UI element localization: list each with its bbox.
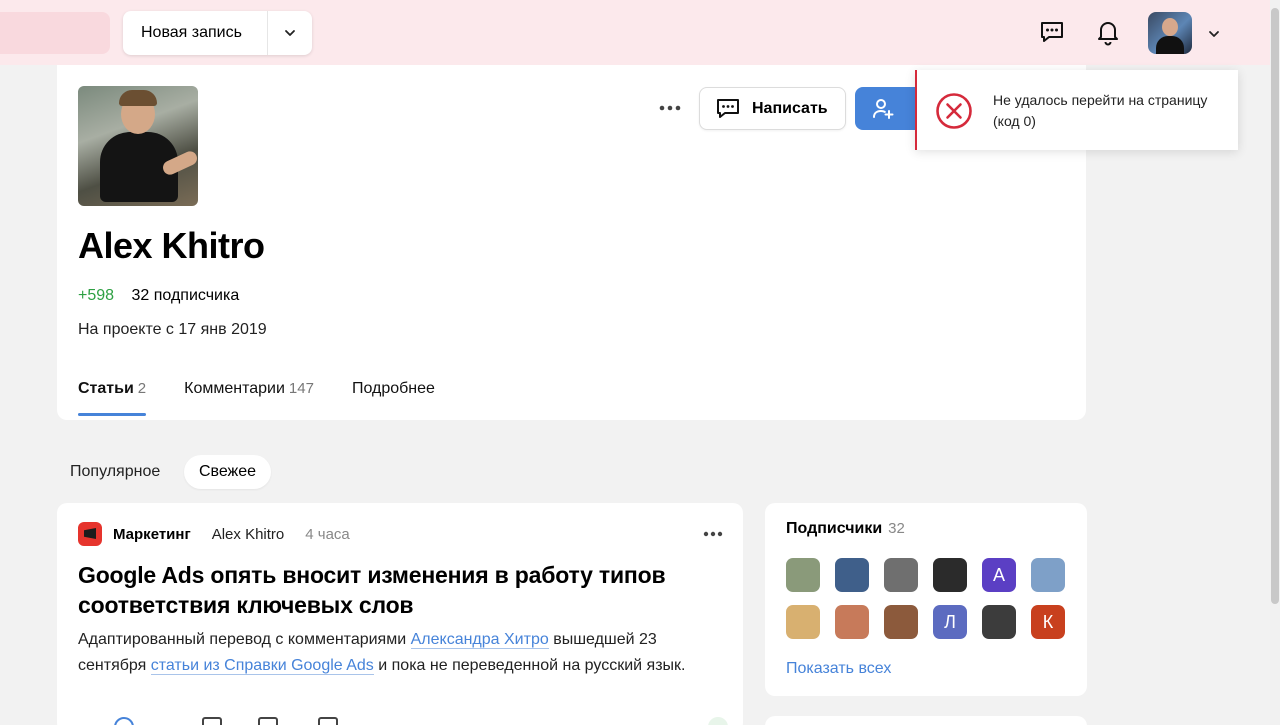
subscribers-card: Подписчики 32 АЛ К Показать всех [765, 503, 1087, 696]
article-excerpt: Адаптированный перевод с комментариями А… [78, 631, 686, 675]
top-bar: Новая запись [0, 0, 1280, 65]
comment-icon[interactable] [202, 717, 222, 725]
new-post-button[interactable]: Новая запись [123, 11, 312, 55]
search-field-stub[interactable] [0, 12, 110, 54]
karma-value[interactable]: +598 [78, 287, 114, 304]
bell-icon[interactable] [1092, 16, 1124, 48]
tab-articles[interactable]: Статьи 2 [78, 380, 147, 416]
write-message-label: Написать [752, 99, 828, 117]
subscriber-avatar[interactable] [1031, 558, 1065, 592]
subscriber-avatar[interactable] [835, 558, 869, 592]
subscriber-avatar[interactable]: А [982, 558, 1016, 592]
profile-tabs: Статьи 2 Комментарии 147 Подробнее [78, 380, 435, 416]
new-post-label[interactable]: Новая запись [123, 24, 267, 42]
article-card[interactable]: Маркетинг Alex Khitro 4 часа Google Ads … [57, 503, 743, 725]
subscriber-avatar[interactable] [786, 605, 820, 639]
sort-fresh[interactable]: Свежее [184, 455, 271, 489]
scrollbar-thumb[interactable] [1271, 8, 1279, 604]
subscribers-title: Подписчики 32 [786, 520, 905, 537]
article-author[interactable]: Alex Khitro [212, 526, 285, 543]
sort-popular[interactable]: Популярное [70, 463, 160, 481]
marketing-icon[interactable] [78, 522, 102, 546]
toast-message: Не удалось перейти на страницу (код 0) [993, 92, 1208, 129]
article-title[interactable]: Google Ads опять вносит изменения в рабо… [78, 560, 698, 620]
chevron-down-icon[interactable] [1202, 22, 1226, 46]
joined-date: На проекте с 17 янв 2019 [78, 321, 267, 338]
user-avatar[interactable] [1148, 12, 1192, 54]
source-link[interactable]: статьи из Справки Google Ads [150, 657, 374, 675]
subscribers-grid: АЛ К [786, 558, 1065, 639]
more-options-icon[interactable] [699, 521, 727, 547]
article-footer [78, 717, 728, 725]
subscriber-avatar[interactable] [884, 558, 918, 592]
profile-name: Alex Khitro [78, 225, 265, 266]
message-icon [717, 98, 739, 118]
bookmark-icon[interactable] [258, 717, 278, 725]
article-time[interactable]: 4 часа [305, 526, 350, 543]
tab-details[interactable]: Подробнее [352, 380, 435, 416]
profile-stats: +598 32 подписчика [78, 287, 239, 305]
followers-count[interactable]: 32 подписчика [132, 287, 240, 304]
scrollbar[interactable] [1270, 0, 1280, 725]
article-meta: Маркетинг Alex Khitro 4 часа [78, 522, 350, 546]
chat-icon[interactable] [1036, 16, 1068, 48]
subscriber-avatar[interactable] [982, 605, 1016, 639]
share-icon[interactable] [318, 717, 338, 725]
next-card [765, 716, 1087, 725]
author-link[interactable]: Александра Хитро [410, 631, 549, 649]
error-toast[interactable]: Не удалось перейти на страницу (код 0) [915, 70, 1238, 150]
subscriber-avatar[interactable] [835, 605, 869, 639]
subscribers-count: 32 [888, 520, 905, 537]
add-user-icon [873, 98, 894, 119]
show-all-link[interactable]: Показать всех [786, 660, 891, 678]
subscriber-avatar[interactable]: Л [933, 605, 967, 639]
article-category[interactable]: Маркетинг [113, 526, 191, 543]
subscriber-avatar[interactable] [933, 558, 967, 592]
write-message-button[interactable]: Написать [699, 87, 846, 130]
subscriber-avatar[interactable] [786, 558, 820, 592]
tab-comments[interactable]: Комментарии 147 [184, 380, 314, 416]
chevron-down-icon[interactable] [268, 11, 312, 55]
subscriber-avatar[interactable] [884, 605, 918, 639]
subscriber-avatar[interactable]: К [1031, 605, 1065, 639]
more-options-icon[interactable] [655, 93, 685, 123]
error-icon [936, 93, 972, 129]
rating-icon[interactable] [708, 717, 728, 725]
profile-photo [78, 86, 198, 206]
like-icon[interactable] [114, 717, 134, 725]
